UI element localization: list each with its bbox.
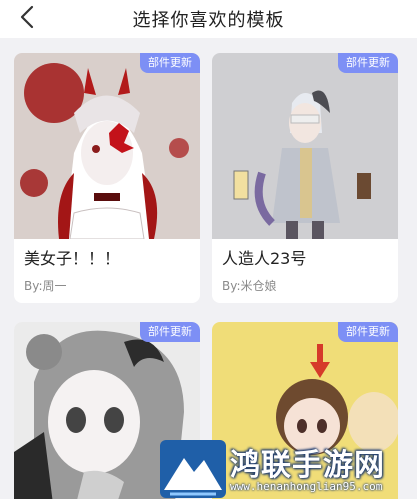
watermark-text: 鸿联手游网: [230, 448, 385, 483]
template-thumbnail: [212, 53, 398, 239]
template-title: 人造人23号: [222, 249, 307, 268]
site-watermark: 鸿联手游网 www.henanhonglian95.com: [158, 438, 417, 499]
template-card-1[interactable]: 部件更新 美女子！！！ By:周一: [14, 53, 200, 303]
mountain-logo-icon: [160, 440, 226, 498]
template-title: 美女子！！！: [24, 249, 121, 268]
template-author: By:米仓娘: [222, 279, 277, 293]
parts-update-badge: 部件更新: [338, 53, 398, 73]
parts-update-badge: 部件更新: [140, 322, 200, 342]
parts-update-badge: 部件更新: [338, 322, 398, 342]
template-author: By:周一: [24, 279, 67, 293]
watermark-url: www.henanhonglian95.com: [230, 480, 383, 493]
top-bar: 选择你喜欢的模板: [0, 0, 417, 38]
page-title: 选择你喜欢的模板: [132, 10, 285, 31]
parts-update-badge: 部件更新: [140, 53, 200, 73]
template-thumbnail: [14, 53, 200, 239]
template-card-2[interactable]: 部件更新 人造人23号 By:米仓娘: [212, 53, 398, 303]
